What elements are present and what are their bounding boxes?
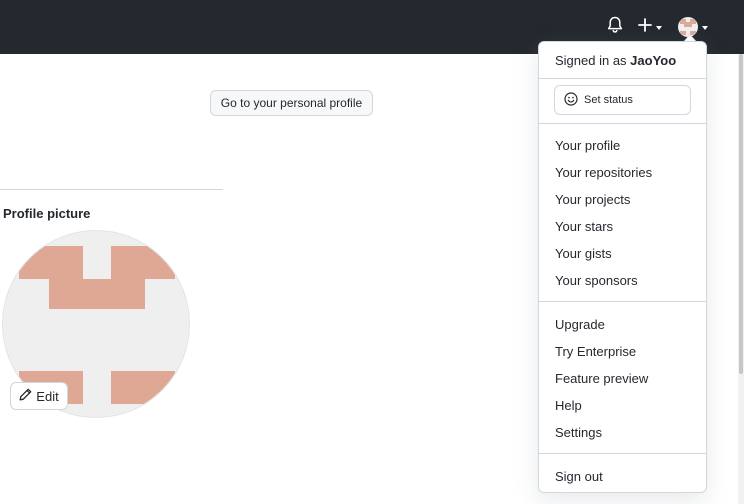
create-new-button[interactable]	[638, 17, 662, 37]
bell-icon	[607, 16, 623, 39]
menu-item-sign-out[interactable]: Sign out	[555, 469, 603, 484]
menu-item-feature-preview[interactable]: Feature preview	[555, 371, 648, 386]
edit-label: Edit	[36, 388, 59, 404]
dropdown-divider	[539, 123, 706, 124]
menu-item-your-repositories[interactable]: Your repositories	[555, 165, 652, 180]
menu-item-your-stars[interactable]: Your stars	[555, 219, 613, 234]
dropdown-divider	[539, 78, 706, 79]
plus-icon	[638, 17, 652, 37]
set-status-button[interactable]: Set status	[554, 85, 691, 115]
signed-in-text: Signed in as JaoYoo	[555, 53, 676, 68]
username: JaoYoo	[630, 53, 677, 68]
menu-item-your-profile[interactable]: Your profile	[555, 138, 620, 153]
user-dropdown-menu: Signed in as JaoYoo Set status Your prof…	[538, 41, 707, 493]
profile-picture-heading: Profile picture	[3, 206, 91, 221]
menu-item-your-gists[interactable]: Your gists	[555, 246, 612, 261]
menu-item-upgrade[interactable]: Upgrade	[555, 317, 605, 332]
section-divider	[0, 189, 223, 190]
menu-item-settings[interactable]: Settings	[555, 425, 602, 440]
dropdown-divider	[539, 453, 706, 454]
scrollbar-thumb[interactable]	[739, 54, 743, 374]
chevron-down-icon	[702, 26, 708, 30]
go-to-profile-button[interactable]: Go to your personal profile	[210, 90, 373, 116]
pencil-icon	[19, 388, 36, 404]
signed-in-prefix: Signed in as	[555, 53, 631, 68]
smiley-icon	[564, 91, 584, 109]
dropdown-divider	[539, 301, 706, 302]
menu-item-try-enterprise[interactable]: Try Enterprise	[555, 344, 636, 359]
chevron-down-icon	[656, 26, 662, 30]
notifications-button[interactable]	[607, 16, 625, 39]
menu-item-your-projects[interactable]: Your projects	[555, 192, 630, 207]
menu-item-help[interactable]: Help	[555, 398, 582, 413]
set-status-label: Set status	[584, 94, 633, 106]
edit-profile-picture-button[interactable]: Edit	[10, 382, 68, 410]
menu-item-your-sponsors[interactable]: Your sponsors	[555, 273, 638, 288]
